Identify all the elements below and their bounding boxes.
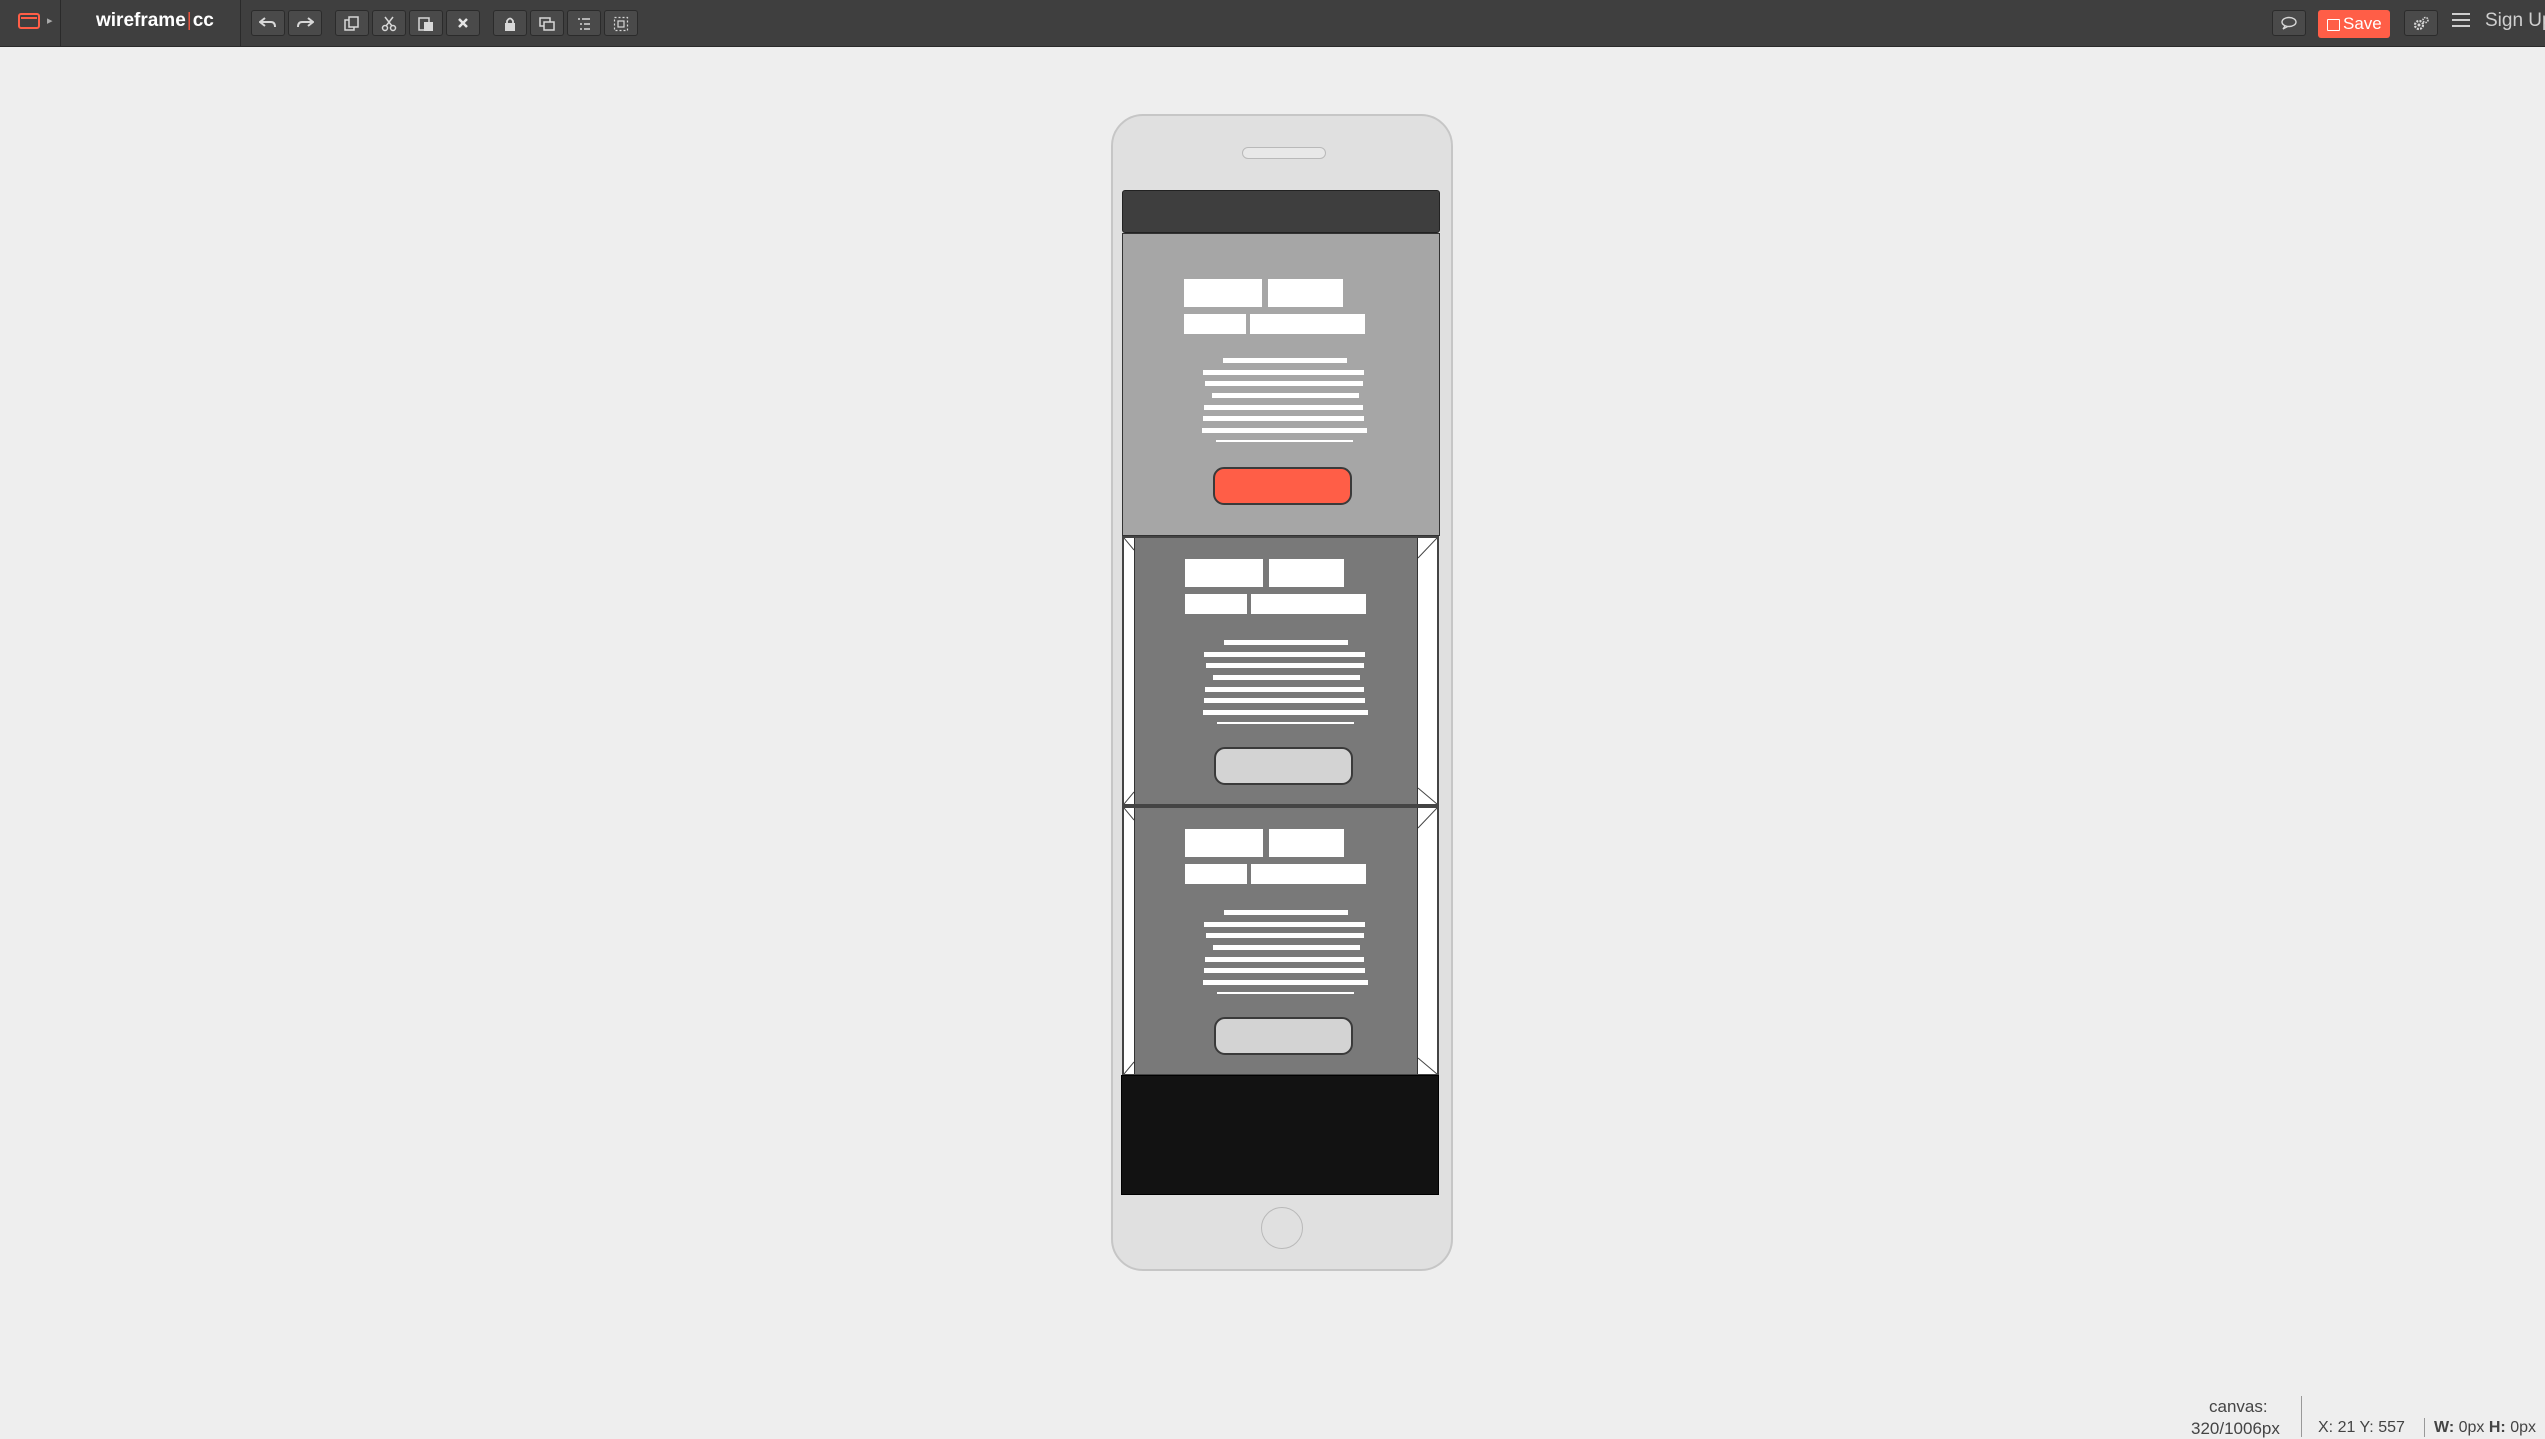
text-line — [1204, 968, 1365, 973]
text-line — [1205, 381, 1363, 386]
redo-button[interactable] — [288, 10, 322, 36]
lock-button[interactable] — [493, 10, 527, 36]
placeholder-block — [1184, 279, 1262, 307]
placeholder-block — [1185, 829, 1263, 857]
redo-icon — [297, 17, 314, 28]
top-toolbar: ▸ wireframe|cc Save Sign U — [0, 0, 2545, 47]
cursor-coords: X: 21 Y: 557 — [2318, 1419, 2405, 1436]
text-line — [1224, 640, 1348, 645]
wireframe-footer-block[interactable] — [1121, 1075, 1439, 1195]
copy-icon — [344, 16, 359, 31]
text-line — [1204, 922, 1365, 927]
list-button[interactable] — [567, 10, 601, 36]
select-button[interactable] — [604, 10, 638, 36]
paste-icon — [418, 17, 433, 31]
select-icon — [613, 16, 629, 32]
app-menu-icon[interactable] — [18, 13, 40, 29]
comment-button[interactable] — [2272, 10, 2306, 36]
panel-inner — [1134, 538, 1418, 804]
text-line — [1203, 416, 1364, 421]
text-line — [1213, 945, 1360, 950]
cta-button-placeholder[interactable] — [1213, 467, 1352, 505]
selection-size: W: 0px H: 0px — [2434, 1419, 2536, 1436]
close-icon — [458, 18, 468, 28]
text-line — [1224, 910, 1348, 915]
text-line — [1213, 675, 1360, 680]
paste-button[interactable] — [409, 10, 443, 36]
undo-button[interactable] — [251, 10, 285, 36]
panel-inner — [1134, 808, 1418, 1074]
arrange-button[interactable] — [530, 10, 564, 36]
placeholder-block — [1269, 559, 1344, 587]
status-divider — [2301, 1396, 2302, 1437]
text-line — [1206, 933, 1364, 938]
text-line — [1202, 428, 1367, 433]
text-line — [1203, 980, 1368, 985]
undo-icon — [259, 17, 276, 28]
placeholder-block — [1184, 314, 1246, 334]
placeholder-block — [1251, 864, 1366, 884]
toolbar-divider — [60, 0, 61, 46]
list-icon — [578, 18, 590, 30]
hamburger-icon[interactable] — [2452, 13, 2470, 31]
text-line — [1216, 440, 1353, 442]
text-line — [1204, 405, 1363, 410]
panel-button-placeholder[interactable] — [1214, 1017, 1353, 1055]
placeholder-block — [1185, 559, 1263, 587]
signup-link[interactable]: Sign Up — [2485, 10, 2545, 32]
text-line — [1203, 710, 1368, 715]
placeholder-block — [1185, 594, 1247, 614]
save-disk-icon — [2327, 19, 2340, 31]
placeholder-block — [1250, 314, 1365, 334]
toolbar-divider — [240, 0, 241, 46]
app-logo: wireframe|cc — [96, 10, 214, 31]
caret-down-icon[interactable]: ▸ — [47, 14, 53, 27]
save-button-label: Save — [2343, 14, 2382, 33]
placeholder-block — [1185, 864, 1247, 884]
text-line — [1203, 370, 1364, 375]
settings-button[interactable] — [2404, 10, 2438, 36]
canvas-size: 320/1006px — [2191, 1419, 2280, 1438]
placeholder-block — [1269, 829, 1344, 857]
phone-speaker — [1242, 147, 1326, 159]
text-line — [1223, 358, 1347, 363]
text-line — [1205, 687, 1364, 692]
wireframe-header-bar[interactable] — [1122, 190, 1440, 233]
text-line — [1217, 992, 1354, 994]
canvas-label: canvas: — [2209, 1397, 2268, 1416]
text-line — [1205, 957, 1364, 962]
text-line — [1204, 652, 1365, 657]
status-divider — [2424, 1418, 2425, 1437]
text-line — [1204, 698, 1365, 703]
text-line — [1217, 722, 1354, 724]
copy-button[interactable] — [335, 10, 369, 36]
scissors-icon — [381, 16, 397, 32]
cut-button[interactable] — [372, 10, 406, 36]
placeholder-block — [1251, 594, 1366, 614]
wireframe-hero-section[interactable] — [1122, 233, 1440, 536]
text-line — [1206, 663, 1364, 668]
lock-icon — [505, 17, 515, 31]
text-line — [1212, 393, 1359, 398]
placeholder-block — [1268, 279, 1343, 307]
layers-icon — [539, 17, 555, 31]
gears-icon — [2413, 16, 2429, 31]
speech-bubble-icon — [2281, 16, 2297, 30]
wireframe-content-panel[interactable] — [1122, 806, 1439, 1076]
save-button[interactable]: Save — [2318, 10, 2390, 38]
panel-button-placeholder[interactable] — [1214, 747, 1353, 785]
delete-button[interactable] — [446, 10, 480, 36]
phone-home-button — [1261, 1207, 1303, 1249]
wireframe-content-panel[interactable] — [1122, 536, 1439, 806]
